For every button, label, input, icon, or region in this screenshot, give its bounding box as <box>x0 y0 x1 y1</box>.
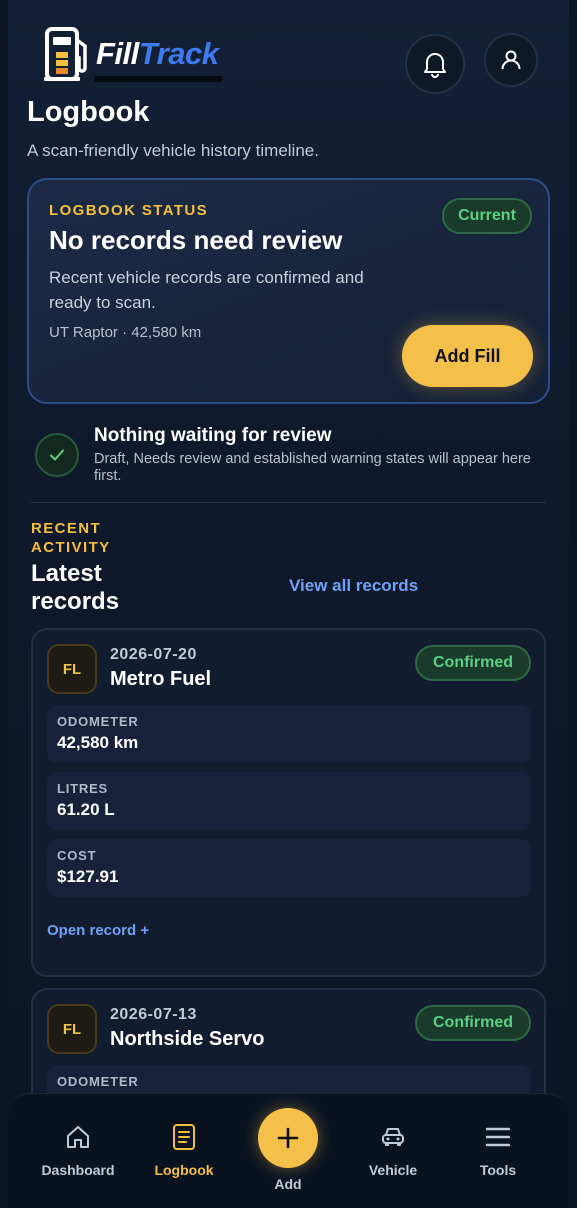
review-notice-description: Draft, Needs review and established warn… <box>94 451 531 484</box>
vehicle-summary: UT Raptor · 42,580 km <box>49 324 202 341</box>
record-date: 2026-07-20 <box>110 646 197 663</box>
metric-label: COST <box>57 848 97 863</box>
status-eyebrow: LOGBOOK STATUS <box>49 202 209 219</box>
page-subtitle: A scan-friendly vehicle history timeline… <box>27 141 319 160</box>
record-status-badge: Confirmed <box>415 1005 531 1041</box>
review-notice-title: Nothing waiting for review <box>94 425 332 446</box>
nav-label: Tools <box>479 1162 517 1178</box>
nav-logbook[interactable]: Logbook <box>134 1120 234 1178</box>
nav-label: Logbook <box>154 1162 214 1178</box>
recent-activity-eyebrow: RECENT ACTIVITY <box>31 520 111 556</box>
car-icon <box>382 1128 404 1146</box>
open-record-link[interactable]: Open record + <box>47 922 149 939</box>
add-fab-button[interactable] <box>258 1108 318 1168</box>
latest-records-title: Latest records <box>31 560 120 615</box>
view-all-records-link[interactable]: View all records <box>289 576 418 596</box>
bottom-navigation: Dashboard Logbook Add Vehicle Tools <box>8 1093 569 1208</box>
app-name-part1: Fill <box>96 36 139 71</box>
record-date: 2026-07-13 <box>110 1006 197 1023</box>
cost-metric: COST $127.91 <box>47 839 531 897</box>
metric-value: 61.20 L <box>57 800 115 819</box>
menu-icon <box>485 1127 511 1147</box>
record-station: Metro Fuel <box>110 668 212 690</box>
bell-icon <box>424 53 446 78</box>
app-name-part2: Track <box>138 36 219 71</box>
logbook-icon <box>173 1124 195 1150</box>
logbook-status-card: LOGBOOK STATUS Current No records need r… <box>27 178 550 404</box>
fuel-log-badge: FL <box>47 644 97 694</box>
odometer-metric: ODOMETER 42,580 km <box>47 705 531 763</box>
record-station: Northside Servo <box>110 1028 265 1050</box>
metric-value: 42,580 km <box>57 733 139 752</box>
home-icon <box>67 1126 89 1148</box>
metric-value: $127.91 <box>57 867 119 886</box>
status-badge: Current <box>442 198 532 234</box>
app-screen: FillTrack Logbook A scan-friendly vehicl… <box>8 0 569 1208</box>
status-description: Recent vehicle records are confirmed and… <box>49 268 364 312</box>
record-status-badge: Confirmed <box>415 645 531 681</box>
fuel-log-badge: FL <box>47 1004 97 1054</box>
nav-vehicle[interactable]: Vehicle <box>343 1120 443 1178</box>
user-icon <box>501 50 521 70</box>
notifications-button[interactable] <box>405 34 465 94</box>
plus-icon <box>277 1127 299 1149</box>
nav-tools[interactable]: Tools <box>448 1120 548 1178</box>
profile-button[interactable] <box>484 33 538 87</box>
fuel-pump-logo-icon <box>44 27 87 81</box>
nav-dashboard[interactable]: Dashboard <box>28 1120 128 1178</box>
metric-label: LITRES <box>57 781 109 796</box>
check-icon <box>35 433 79 477</box>
status-title: No records need review <box>49 225 343 255</box>
page-title: Logbook <box>27 96 150 128</box>
checkmark-icon <box>50 449 64 461</box>
record-card[interactable]: FL 2026-07-20 Metro Fuel Confirmed ODOME… <box>31 628 546 977</box>
metric-label: ODOMETER <box>57 714 139 729</box>
divider <box>31 502 546 503</box>
metric-label: ODOMETER <box>57 1074 139 1089</box>
brand-logo: FillTrack <box>44 26 219 82</box>
app-name: FillTrack <box>96 36 219 72</box>
nav-label: Dashboard <box>41 1162 115 1178</box>
nav-label: Vehicle <box>368 1162 418 1178</box>
nav-add-label: Add <box>274 1176 302 1192</box>
add-fill-button[interactable]: Add Fill <box>402 325 533 387</box>
brand-underline <box>94 76 222 82</box>
litres-metric: LITRES 61.20 L <box>47 772 531 830</box>
